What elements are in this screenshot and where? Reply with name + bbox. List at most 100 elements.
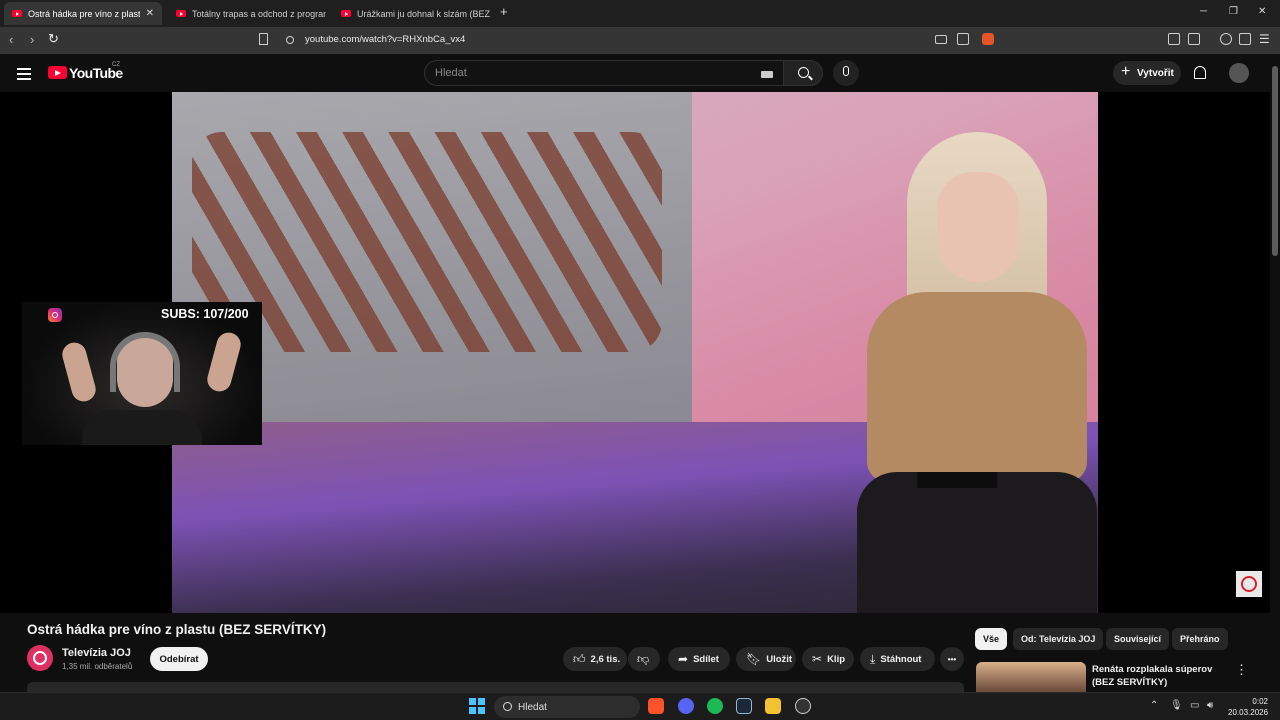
subscriber-count: 1,35 mil. odběratelů [62,662,133,671]
back-button[interactable]: ‹ [9,32,13,47]
notifications-bell-icon[interactable] [1194,66,1206,79]
share-label: Sdílet [693,653,719,665]
bookmark-icon[interactable] [259,33,268,45]
tray-chevron-icon[interactable]: ⌃ [1150,700,1158,711]
system-clock[interactable]: 0:02 20.03.2026 [1228,696,1268,718]
scissors-icon: ✂ [812,652,823,666]
network-icon[interactable]: ▭ [1190,700,1199,711]
obs-icon[interactable] [795,698,811,714]
account-avatar[interactable] [1229,63,1249,83]
tab-title: Totálny trapas a odchod z programu [192,8,326,19]
video-title: Ostrá hádka pre víno z plastu (BEZ SERVÍ… [27,622,327,637]
tab-title: Ostrá hádka pre víno z plastu (B [28,8,140,19]
search-button[interactable] [783,60,823,86]
share-button[interactable]: ➦ Sdílet [668,647,730,671]
microphone-icon [843,66,849,76]
restore-button[interactable]: ❐ [1229,6,1238,17]
chip-from-channel[interactable]: Od: Televízia JOJ [1013,628,1104,650]
dislike-button[interactable]: 👎︎ [628,647,660,671]
recommendation-thumbnail[interactable] [976,662,1086,692]
tab-title: Urážkami ju dohnal k slzám (BEZ SER [357,8,491,19]
steam-icon[interactable] [736,698,752,714]
facecam-overlay [22,302,262,445]
browser-tab-strip: Ostrá hádka pre víno z plastu (B ✕ Totál… [0,0,1280,27]
wallet-icon[interactable] [1188,33,1200,45]
page-scrollbar[interactable] [1270,54,1280,694]
more-actions-button[interactable]: ••• [940,647,964,671]
site-info-icon[interactable] [286,36,294,44]
close-tab-icon[interactable]: ✕ [146,8,154,19]
taskbar-search[interactable]: Hledat [494,696,640,718]
chip-all[interactable]: Vše [975,628,1008,650]
discord-icon[interactable] [678,698,694,714]
scrollbar-thumb[interactable] [1272,66,1278,256]
cast-icon[interactable] [935,35,947,44]
reload-button[interactable]: ↻ [48,31,59,47]
facecam-shirt [82,410,202,445]
address-bar[interactable]: youtube.com/watch?v=RHXnbCa_vx4 [305,34,465,45]
channel-avatar[interactable] [27,645,53,671]
instagram-icon [48,308,62,322]
recommendation-title[interactable]: Renáta rozplakala súperov (BEZ SERVÍTKY) [1092,663,1232,689]
new-tab-button[interactable]: + [500,4,508,19]
chip-related[interactable]: Související [1106,628,1170,650]
search-placeholder: Hledat [435,67,467,79]
video-person-face [937,172,1019,282]
extensions-icon[interactable] [1168,33,1180,45]
video-graffiti [192,132,662,352]
video-person [837,132,1098,613]
search-input[interactable]: Hledat [424,60,784,86]
facecam-hand [59,339,99,405]
search-icon [798,67,809,78]
recommendation-more-icon[interactable]: ⋮ [1235,662,1248,678]
channel-name[interactable]: Televízia JOJ [62,647,131,659]
voice-search-button[interactable] [833,60,859,86]
youtube-logo-icon[interactable] [48,66,67,79]
file-explorer-icon[interactable] [765,698,781,714]
bookmark-save-icon: 🔖︎ [746,652,762,666]
sidebar-icon[interactable] [1239,33,1251,45]
facecam-hand [204,329,244,395]
share-icon[interactable] [957,33,969,45]
forward-button[interactable]: › [30,32,34,47]
country-code: CZ [112,62,120,68]
clip-label: Klip [827,653,846,665]
taskbar-search-label: Hledat [518,701,547,713]
video-person-torso [867,292,1087,482]
chip-watched[interactable]: Přehráno [1172,628,1228,650]
keyboard-icon[interactable] [761,71,773,78]
description-box[interactable] [27,682,964,692]
share-arrow-icon: ➦ [678,652,689,666]
clip-button[interactable]: ✂ Klip [802,647,854,671]
media-icon[interactable] [1220,33,1232,45]
thumbs-up-icon: 👍︎ [573,651,586,666]
video-person-belt [917,472,997,488]
download-icon: ⤓ [870,651,876,666]
brave-shield-icon[interactable] [982,33,994,45]
tab-2[interactable]: Totálny trapas a odchod z programu [168,2,326,25]
subs-counter-overlay: SUBS: 107/200 [161,307,249,321]
headphones-icon [110,332,180,392]
save-button[interactable]: 🔖︎ Uložit [736,647,796,671]
tab-3[interactable]: Urážkami ju dohnal k slzám (BEZ SER [333,2,491,25]
windows-taskbar: Hledat ⌃ 🎙︎ ▭ 🔊︎ 0:02 20.03.2026 [0,692,1280,720]
guide-menu-icon[interactable] [17,68,31,83]
volume-icon[interactable]: 🔊︎ [1207,700,1213,711]
create-label: Vytvořit [1137,67,1174,79]
minimize-button[interactable]: ─ [1200,6,1207,17]
video-frame[interactable] [172,92,1098,613]
youtube-header: YouTube CZ Hledat Vytvořit [0,54,1280,92]
download-label: Stáhnout [880,653,922,665]
download-button[interactable]: ⤓ Stáhnout [860,647,935,671]
microphone-tray-icon[interactable]: 🎙︎ [1170,700,1183,711]
tab-active[interactable]: Ostrá hádka pre víno z plastu (B ✕ [4,2,162,25]
youtube-favicon-icon [341,10,351,17]
menu-icon[interactable]: ☰ [1259,32,1270,46]
close-window-button[interactable]: ✕ [1258,6,1266,17]
spotify-icon[interactable] [707,698,723,714]
create-button[interactable]: Vytvořit [1113,61,1181,85]
windows-start-icon[interactable] [469,698,485,714]
like-button[interactable]: 👍︎ 2,6 tis. [563,647,627,671]
subscribe-button[interactable]: Odebírat [150,647,208,671]
brave-browser-icon[interactable] [648,698,664,714]
